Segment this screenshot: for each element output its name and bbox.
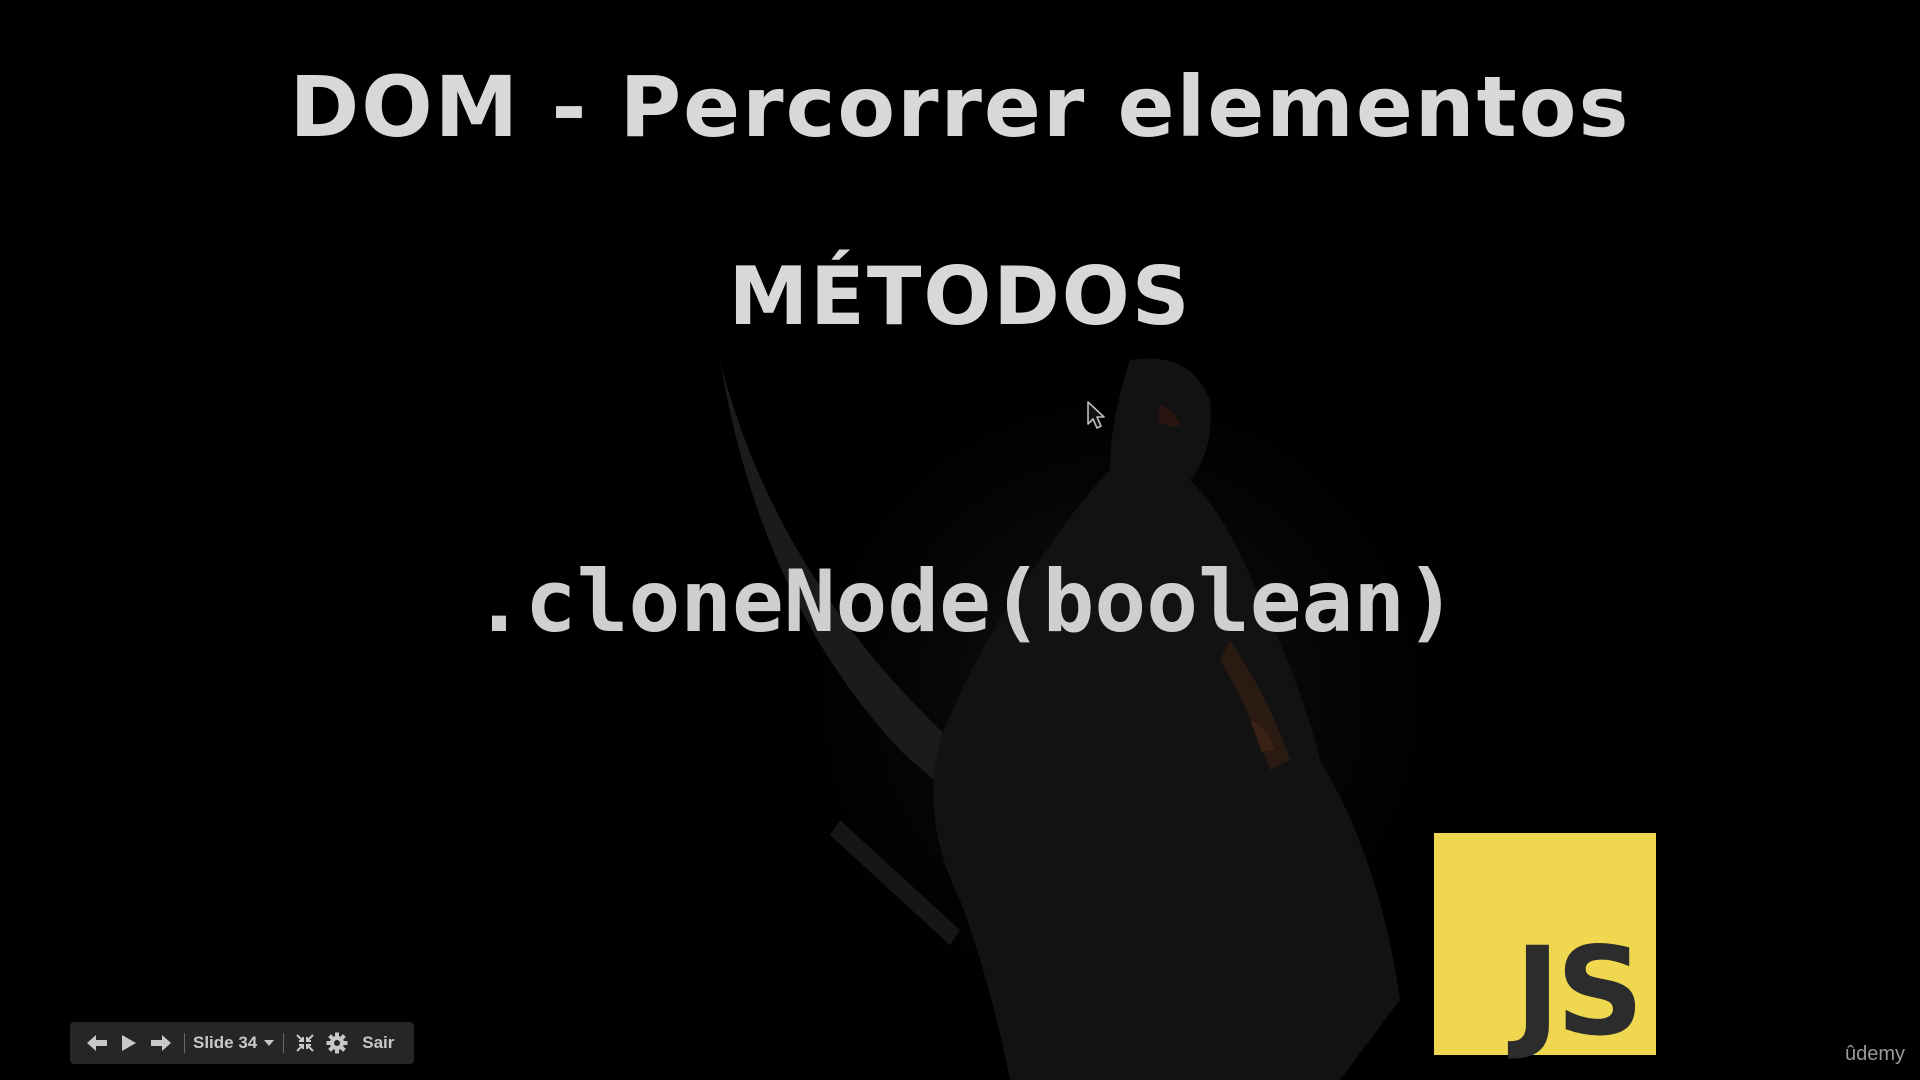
js-logo: JS (1434, 833, 1656, 1055)
udemy-watermark: ûdemy (1844, 1043, 1905, 1065)
play-button[interactable] (112, 1022, 146, 1064)
slide-selector[interactable]: Slide 34 (193, 1022, 275, 1064)
exit-fullscreen-button[interactable] (292, 1022, 318, 1064)
previous-slide-button[interactable] (82, 1022, 112, 1064)
js-logo-text: JS (1514, 921, 1644, 1063)
slide-subtitle: MÉTODOS (728, 250, 1192, 343)
slideshow-controls: Slide 34 Sair (70, 1022, 414, 1064)
control-divider (283, 1033, 285, 1053)
slide-title: DOM - Percorrer elementos (289, 58, 1631, 156)
slide-number-label: Slide 34 (193, 1033, 258, 1052)
next-slide-button[interactable] (146, 1022, 176, 1064)
exit-button[interactable]: Sair (356, 1022, 394, 1064)
exit-label: Sair (362, 1033, 395, 1052)
settings-button[interactable] (318, 1022, 356, 1064)
gear-icon (326, 1032, 348, 1054)
exit-fullscreen-icon (295, 1033, 315, 1053)
presentation-stage: DOM - Percorrer elementos MÉTODOS .clone… (0, 0, 1920, 1080)
caret-down-icon (263, 1039, 275, 1047)
mouse-cursor-icon (1087, 401, 1105, 429)
code-snippet: .cloneNode(boolean) (473, 552, 1457, 652)
control-divider (184, 1033, 185, 1053)
play-icon (121, 1034, 137, 1052)
arrow-left-icon (86, 1034, 108, 1052)
arrow-right-icon (150, 1034, 172, 1052)
